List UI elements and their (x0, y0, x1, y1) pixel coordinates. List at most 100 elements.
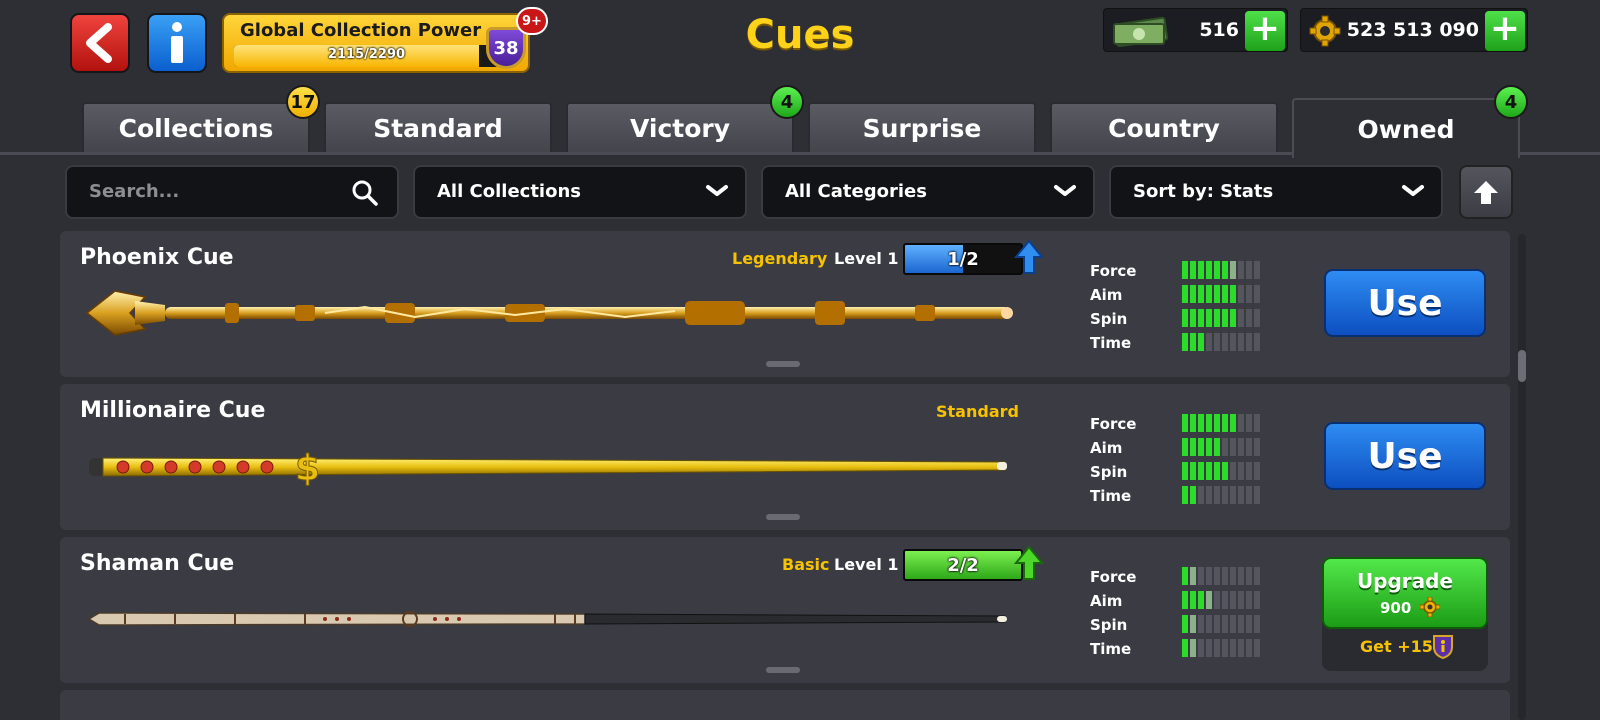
stat-segment (1222, 414, 1228, 432)
cash-counter: 516 + (1103, 8, 1288, 52)
stat-segment (1190, 414, 1196, 432)
arrow-up-icon (1474, 181, 1498, 204)
stat-segment (1230, 615, 1236, 633)
stat-segment (1246, 309, 1252, 327)
stat-segment (1230, 462, 1236, 480)
categories-dropdown[interactable]: All Categories (761, 165, 1095, 219)
tab-collections[interactable]: Collections (82, 102, 310, 152)
level-up-arrow-icon (1014, 239, 1044, 274)
stat-segment (1222, 639, 1228, 657)
sort-dropdown[interactable]: Sort by: Stats (1109, 165, 1443, 219)
stat-segment (1182, 333, 1188, 351)
collection-power-progress: 2115/2290 (327, 47, 406, 62)
stat-segment (1230, 414, 1236, 432)
add-cash-button[interactable]: + (1245, 11, 1285, 51)
stat-segment (1222, 615, 1228, 633)
sort-direction-button[interactable] (1459, 165, 1513, 219)
top-bar: Global Collection Power 2115/2290 38 9+ … (0, 0, 1600, 84)
cash-icon (1113, 16, 1169, 47)
stat-segment (1246, 639, 1252, 657)
stat-segment (1198, 261, 1204, 279)
cue-rarity: Basic (782, 555, 830, 574)
cue-level-progress: 2/2 (947, 555, 979, 576)
stat-segment (1222, 261, 1228, 279)
stat-segment (1214, 486, 1220, 504)
stat-segment (1190, 261, 1196, 279)
stat-label-aim: Aim (1090, 592, 1123, 610)
stat-label-spin: Spin (1090, 616, 1128, 634)
stat-segment (1182, 462, 1188, 480)
stat-label-time: Time (1090, 487, 1132, 505)
stat-label-aim: Aim (1090, 439, 1123, 457)
chevron-down-icon (1054, 185, 1076, 196)
stat-segment (1230, 333, 1236, 351)
time-stat-bar (1182, 333, 1260, 351)
global-collection-power[interactable]: Global Collection Power 2115/2290 38 (222, 13, 530, 73)
scrollbar-track[interactable] (1518, 234, 1526, 720)
stat-segment (1182, 591, 1188, 609)
upgrade-button[interactable]: Upgrade 900 (1322, 557, 1488, 629)
cue-name: Millionaire Cue (80, 398, 266, 423)
cue-rarity: Legendary (732, 249, 828, 268)
tab-collections-badge: 17 (286, 85, 320, 119)
cue-row[interactable]: Phoenix Cue Legendary Level 1 1/2 Force (60, 231, 1510, 377)
collections-dropdown[interactable]: All Collections (413, 165, 747, 219)
use-button[interactable]: Use (1324, 269, 1486, 337)
stat-segment (1230, 591, 1236, 609)
cue-row[interactable]: Shaman Cue Basic Level 1 2/2 Force Aim S… (60, 537, 1510, 683)
stat-segment (1190, 591, 1196, 609)
tab-standard[interactable]: Standard (324, 102, 552, 152)
stat-segment (1246, 567, 1252, 585)
force-stat-bar (1182, 567, 1260, 585)
stat-segment (1254, 486, 1260, 504)
tab-country[interactable]: Country (1050, 102, 1278, 152)
stat-segment (1206, 591, 1212, 609)
info-button[interactable] (147, 13, 207, 73)
expand-handle[interactable] (766, 514, 800, 520)
stat-segment (1214, 414, 1220, 432)
stat-segment (1182, 261, 1188, 279)
add-coins-button[interactable]: + (1485, 11, 1525, 51)
cue-row[interactable]: Millionaire Cue Standard $ Force Aim Spi… (60, 384, 1510, 530)
aim-stat-bar (1182, 438, 1260, 456)
upgrade-label: Upgrade (1356, 569, 1454, 593)
stat-segment (1238, 261, 1244, 279)
stat-segment (1190, 486, 1196, 504)
stat-segment (1190, 333, 1196, 351)
stat-segment (1206, 438, 1212, 456)
stat-segment (1246, 285, 1252, 303)
use-button[interactable]: Use (1324, 422, 1486, 490)
stat-segment (1222, 567, 1228, 585)
spin-stat-bar (1182, 615, 1260, 633)
stat-segment (1254, 414, 1260, 432)
stat-segment (1198, 438, 1204, 456)
tab-label: Victory (629, 113, 731, 143)
stat-segment (1230, 285, 1236, 303)
cue-row[interactable] (60, 690, 1510, 720)
stat-segment (1238, 285, 1244, 303)
search-input[interactable]: Search... (65, 165, 399, 219)
stat-segment (1198, 285, 1204, 303)
stat-segment (1246, 615, 1252, 633)
stat-segment (1230, 639, 1236, 657)
tab-victory[interactable]: Victory (566, 102, 794, 152)
millionaire-cue-image: $ (89, 448, 1007, 490)
coins-counter: 523 513 090 + (1300, 8, 1528, 52)
tab-owned[interactable]: Owned (1292, 98, 1520, 158)
tab-surprise[interactable]: Surprise (808, 102, 1036, 152)
stat-segment (1182, 567, 1188, 585)
stat-segment (1214, 438, 1220, 456)
back-button[interactable] (70, 13, 130, 73)
collection-power-bar: 2115/2290 (234, 45, 499, 67)
stat-segment (1222, 591, 1228, 609)
stat-segment (1254, 285, 1260, 303)
expand-handle[interactable] (766, 361, 800, 367)
stat-segment (1214, 462, 1220, 480)
collection-power-label: Global Collection Power (240, 20, 482, 41)
expand-handle[interactable] (766, 667, 800, 673)
stat-segment (1214, 615, 1220, 633)
scrollbar-thumb[interactable] (1518, 350, 1526, 382)
tab-label: Country (1108, 113, 1220, 143)
stat-segment (1206, 414, 1212, 432)
stat-label-time: Time (1090, 334, 1132, 352)
